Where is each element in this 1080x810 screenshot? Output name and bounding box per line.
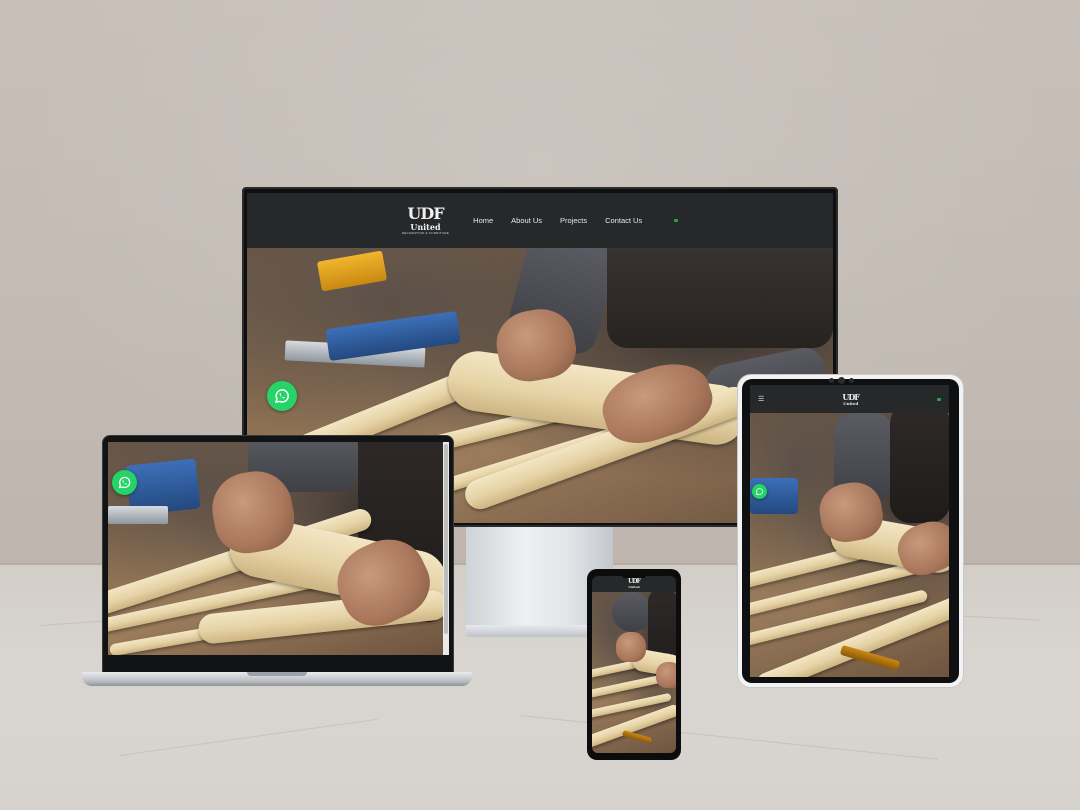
flag-icon[interactable] [937,397,941,401]
scrollbar-thumb[interactable] [444,444,448,634]
tablet-logo[interactable]: UDF United [842,391,860,406]
logo-mark: UDF [407,204,444,223]
whatsapp-icon [118,476,131,489]
tablet-whatsapp-button[interactable] [752,484,767,499]
tablet-hero-image [750,413,949,677]
whatsapp-icon [274,389,289,403]
tablet-camera [829,378,834,383]
tablet-sensor [849,378,854,383]
logo-tagline: DECORATION & FURNITURE [401,231,450,235]
phone-screen: UDF United [592,576,676,753]
whatsapp-button[interactable] [267,381,297,411]
tablet-screen: ☰ UDF United [750,385,949,677]
logo-name: United [410,222,441,232]
site-logo[interactable]: UDF United DECORATION & FURNITURE [402,206,449,235]
laptop-screen [108,442,443,655]
phone-navbar: UDF United [592,576,676,592]
nav-contact-us[interactable]: Contact Us [605,216,642,225]
nav-about-us[interactable]: About Us [511,216,542,225]
nav-projects[interactable]: Projects [560,216,587,225]
laptop-whatsapp-button[interactable] [112,470,137,495]
phone-logo[interactable]: UDF United [628,579,641,589]
tablet-navbar: ☰ UDF United [750,385,949,413]
phone-hero-image [592,592,676,753]
phone-dynamic-island [622,573,646,578]
tablet-camera-main [838,377,845,384]
nav-home[interactable]: Home [473,216,493,225]
laptop-notch [247,672,307,676]
logo-name: United [628,585,640,589]
hamburger-icon[interactable]: ☰ [758,396,764,403]
whatsapp-icon [755,488,763,495]
flag-icon[interactable] [674,219,679,222]
laptop-hero-image [108,442,443,655]
logo-mark: UDF [842,391,860,402]
logo-name: United [843,400,859,406]
desktop-navbar: UDF United DECORATION & FURNITURE Home A… [247,193,833,248]
laptop-scrollbar[interactable] [443,442,449,655]
